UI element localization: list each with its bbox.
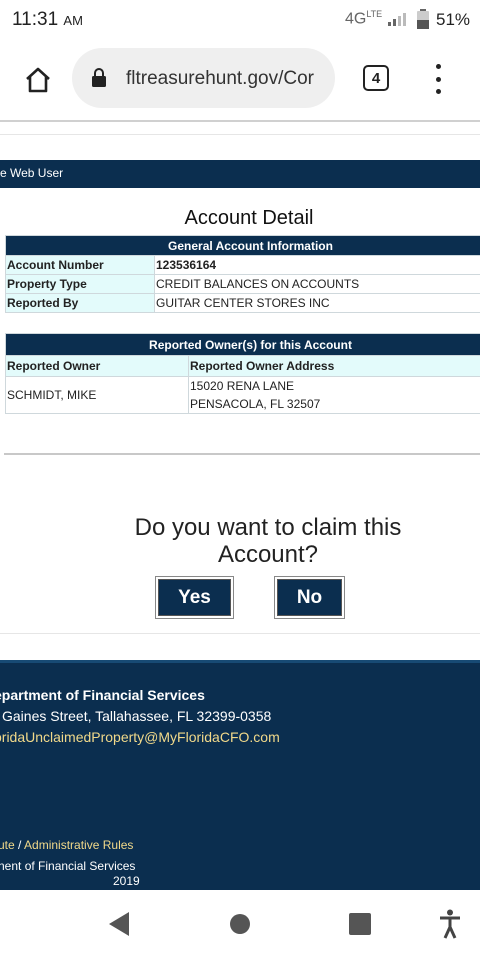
back-icon[interactable] xyxy=(107,911,131,937)
tab-switcher-button[interactable]: 4 xyxy=(363,65,389,91)
battery-icon xyxy=(417,9,429,29)
table-row: Account Number 123536164 xyxy=(5,255,480,275)
link-separator: / xyxy=(14,838,25,852)
column-owner: Reported Owner xyxy=(5,355,189,377)
table-header-row: Reported Owner Reported Owner Address xyxy=(5,355,480,377)
address-line-2: PENSACOLA, FL 32507 xyxy=(190,397,321,411)
menu-icon[interactable] xyxy=(430,64,446,94)
network-type: 4GLTE xyxy=(345,9,382,28)
reported-by-value: GUITAR CENTER STORES INC xyxy=(154,293,480,313)
divider xyxy=(0,633,480,634)
claim-question: Do you want to claim this Account? xyxy=(134,514,402,568)
address-bar[interactable]: fltreasurehunt.gov/Cor xyxy=(72,48,335,108)
browser-toolbar: fltreasurehunt.gov/Cor 4 xyxy=(0,40,480,120)
clock-ampm: AM xyxy=(63,13,83,28)
system-nav-bar xyxy=(0,890,480,960)
url-text[interactable]: fltreasurehunt.gov/Cor xyxy=(126,68,326,90)
no-button[interactable]: No xyxy=(277,579,342,616)
battery-percent: 51% xyxy=(436,10,471,29)
reported-by-label: Reported By xyxy=(5,293,155,313)
home-button[interactable] xyxy=(18,60,58,100)
network-label: 4G xyxy=(345,10,367,28)
table-header: General Account Information xyxy=(5,235,480,256)
table-header: Reported Owner(s) for this Account xyxy=(5,333,480,356)
divider xyxy=(0,134,480,135)
general-info-table: General Account Information Account Numb… xyxy=(5,235,480,313)
footer-year: 2019 xyxy=(113,874,140,888)
user-bar-text: e Web User xyxy=(0,166,64,180)
property-type-label: Property Type xyxy=(5,274,155,294)
network-sup: LTE xyxy=(366,9,383,19)
lock-icon xyxy=(92,68,106,87)
statute-link[interactable]: ute xyxy=(0,838,15,852)
owners-table: Reported Owner(s) for this Account Repor… xyxy=(5,333,480,414)
table-row: Property Type CREDIT BALANCES ON ACCOUNT… xyxy=(5,274,480,294)
home-circle-icon[interactable] xyxy=(229,913,251,935)
footer: epartment of Financial Services Gaines S… xyxy=(0,660,480,893)
footer-links: ute / Administrative Rules xyxy=(0,838,133,852)
address-line-1: 15020 RENA LANE xyxy=(190,379,295,393)
footer-address: Gaines Street, Tallahassee, FL 32399-035… xyxy=(2,708,272,724)
admin-rules-link[interactable]: Administrative Rules xyxy=(24,838,133,852)
footer-org: epartment of Financial Services xyxy=(0,687,205,703)
column-address: Reported Owner Address xyxy=(188,355,480,377)
clock-time: 11:31 xyxy=(12,9,59,30)
section-divider xyxy=(4,453,480,455)
footer-copyright: nent of Financial Services xyxy=(0,859,136,873)
table-row: SCHMIDT, MIKE 15020 RENA LANE PENSACOLA,… xyxy=(5,376,480,414)
property-type-value: CREDIT BALANCES ON ACCOUNTS xyxy=(154,274,480,294)
toolbar-divider xyxy=(0,120,480,122)
accessibility-icon[interactable] xyxy=(439,909,461,939)
owner-address: 15020 RENA LANE PENSACOLA, FL 32507 xyxy=(188,376,480,414)
table-row: Reported By GUITAR CENTER STORES INC xyxy=(5,293,480,313)
signal-icon xyxy=(388,13,406,26)
clock: 11:31 AM xyxy=(12,9,83,31)
account-number-label: Account Number xyxy=(5,255,155,275)
yes-button[interactable]: Yes xyxy=(158,579,231,616)
account-number-value: 123536164 xyxy=(154,255,480,275)
recents-icon[interactable] xyxy=(348,912,372,936)
footer-email-link[interactable]: oridaUnclaimedProperty@MyFloridaCFO.com xyxy=(0,729,280,745)
user-bar: e Web User xyxy=(0,160,480,188)
home-icon xyxy=(26,67,50,93)
page-title: Account Detail xyxy=(184,207,314,229)
owner-name: SCHMIDT, MIKE xyxy=(5,376,189,414)
status-bar: 11:31 AM 4GLTE 51% xyxy=(0,0,480,40)
